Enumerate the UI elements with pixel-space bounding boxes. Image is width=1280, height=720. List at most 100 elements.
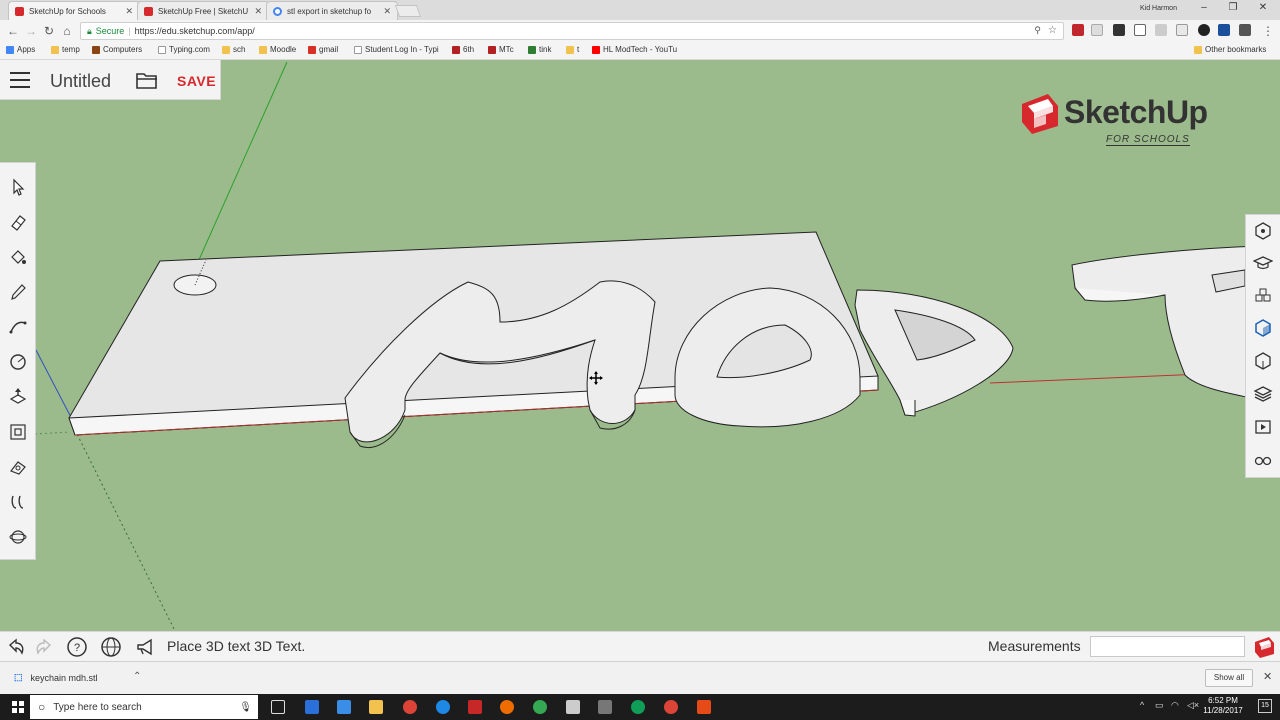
new-tab-button[interactable] <box>394 5 422 17</box>
tab-stl-export-search[interactable]: stl export in sketchup fo ✕ <box>266 1 398 20</box>
close-icon[interactable]: ✕ <box>1263 670 1272 683</box>
hangouts-icon[interactable] <box>631 700 645 714</box>
download-item[interactable]: ⬚ keychain mdh.stl <box>14 672 98 683</box>
styles-icon[interactable] <box>1253 351 1273 371</box>
system-clock[interactable]: 6:52 PM 11/28/2017 <box>1200 696 1246 716</box>
chevron-up-icon[interactable]: ^ <box>1140 700 1144 710</box>
forward-icon[interactable]: → <box>23 23 39 39</box>
display-icon[interactable] <box>1253 451 1273 471</box>
taskbar-search[interactable]: ○ Type here to search 🎙︎ <box>30 695 258 719</box>
tab-sketchup-for-schools[interactable]: SketchUp for Schools ✕ <box>8 1 140 20</box>
bookmark-sch[interactable]: sch <box>222 45 245 54</box>
open-folder-icon[interactable] <box>135 70 159 90</box>
chrome-icon[interactable] <box>403 700 417 714</box>
redo-icon[interactable] <box>33 636 55 658</box>
orbit-icon[interactable] <box>8 492 28 512</box>
url-text[interactable]: https://edu.sketchup.com/app/ <box>135 26 255 36</box>
megaphone-icon[interactable] <box>135 636 157 658</box>
bookmark-gmail[interactable]: gmail <box>308 45 338 54</box>
close-icon[interactable]: ✕ <box>254 6 262 17</box>
windows-start-icon[interactable] <box>12 701 24 713</box>
bookmark-other[interactable]: Other bookmarks <box>1194 45 1266 54</box>
bookmark-t[interactable]: t <box>566 45 579 54</box>
app-icon[interactable] <box>697 700 711 714</box>
document-title[interactable]: Untitled <box>50 71 111 92</box>
paint-bucket-icon[interactable] <box>8 247 28 267</box>
cast-icon[interactable] <box>1134 24 1146 36</box>
extension-icon[interactable] <box>1155 24 1167 36</box>
edge-icon[interactable] <box>305 700 319 714</box>
wifi-icon[interactable]: ◠ <box>1171 700 1179 711</box>
hamburger-menu-icon[interactable] <box>10 72 30 88</box>
extension-icon[interactable] <box>1072 24 1084 36</box>
bookmark-mtc[interactable]: MTc <box>488 45 514 54</box>
push-pull-icon[interactable] <box>8 387 28 407</box>
extension-icon[interactable] <box>1113 24 1125 36</box>
bookmark-computers[interactable]: Computers <box>92 45 142 54</box>
close-icon[interactable]: ✕ <box>125 6 133 17</box>
extension-icon[interactable] <box>1198 24 1210 36</box>
globe-icon[interactable] <box>100 636 122 658</box>
bookmark-moodle[interactable]: Moodle <box>259 45 296 54</box>
select-icon[interactable] <box>8 177 28 197</box>
eraser-icon[interactable] <box>8 212 28 232</box>
entity-info-icon[interactable] <box>1253 221 1273 241</box>
bookmark-tink[interactable]: tink <box>528 45 551 54</box>
extension-icon[interactable] <box>1218 24 1230 36</box>
bookmark-hl-modtech[interactable]: HL ModTech - YouTu <box>592 45 677 54</box>
bookmark-typing[interactable]: Typing.com <box>158 45 210 54</box>
bookmark-apps[interactable]: Apps <box>6 45 35 54</box>
task-view-icon[interactable] <box>271 700 285 714</box>
extension-icon[interactable] <box>1239 24 1251 36</box>
volume-icon[interactable]: ◁× <box>1187 700 1199 711</box>
layers-icon[interactable] <box>1253 384 1273 404</box>
download-file-name[interactable]: keychain mdh.stl <box>31 673 98 683</box>
minimize-icon[interactable]: – <box>1197 2 1211 13</box>
app-icon[interactable] <box>436 700 450 714</box>
chevron-up-icon[interactable]: ⌃ <box>133 671 141 682</box>
file-explorer-icon[interactable] <box>369 700 383 714</box>
reload-icon[interactable]: ↻ <box>41 23 57 39</box>
omnibox[interactable]: 🔒︎ Secure | https://edu.sketchup.com/app… <box>80 22 1064 40</box>
arc-icon[interactable] <box>8 317 28 337</box>
tab-sketchup-free[interactable]: SketchUp Free | SketchU ✕ <box>137 1 269 20</box>
bookmark-star-icon[interactable]: ☆ <box>1048 25 1057 36</box>
app-icon[interactable] <box>468 700 482 714</box>
extension-icon[interactable] <box>1176 24 1188 36</box>
store-icon[interactable] <box>337 700 351 714</box>
pencil-icon[interactable] <box>8 282 28 302</box>
tape-measure-icon[interactable] <box>8 457 28 477</box>
back-icon[interactable]: ← <box>5 23 21 39</box>
undo-icon[interactable] <box>5 636 27 658</box>
home-icon[interactable]: ⌂ <box>59 23 75 39</box>
app-icon[interactable] <box>598 700 612 714</box>
help-icon[interactable]: ? <box>66 636 88 658</box>
save-button[interactable]: SAVE <box>177 73 216 89</box>
firefox-icon[interactable] <box>500 700 514 714</box>
instructor-icon[interactable] <box>1253 253 1273 273</box>
profile-name[interactable]: Kid Harmon <box>1140 5 1177 12</box>
show-all-button[interactable]: Show all <box>1205 669 1253 687</box>
zoom-icon[interactable]: ⚲ <box>1034 25 1041 36</box>
chrome-icon[interactable] <box>664 700 678 714</box>
components-icon[interactable] <box>1253 286 1273 306</box>
bookmark-student-login[interactable]: Student Log In - Typi <box>354 45 439 54</box>
restore-icon[interactable]: ❐ <box>1226 2 1240 13</box>
network-icon[interactable]: ▭ <box>1155 700 1164 711</box>
offset-icon[interactable] <box>8 422 28 442</box>
window-close-icon[interactable]: ✕ <box>1256 2 1270 13</box>
extension-icon[interactable] <box>1091 24 1103 36</box>
microphone-icon[interactable]: 🎙︎ <box>239 702 252 713</box>
scenes-icon[interactable] <box>1253 417 1273 437</box>
measurements-input[interactable] <box>1090 636 1245 657</box>
bookmark-6th[interactable]: 6th <box>452 45 474 54</box>
close-icon[interactable]: ✕ <box>383 6 391 17</box>
menu-dots-icon[interactable]: ⋮ <box>1260 23 1276 39</box>
sketchup-app-icon[interactable] <box>1252 635 1276 659</box>
pan-icon[interactable] <box>8 527 28 547</box>
chrome-icon[interactable] <box>533 700 547 714</box>
bookmark-temp[interactable]: temp <box>51 45 80 54</box>
circle-icon[interactable] <box>8 352 28 372</box>
app-icon[interactable] <box>566 700 580 714</box>
materials-icon[interactable] <box>1253 318 1273 338</box>
